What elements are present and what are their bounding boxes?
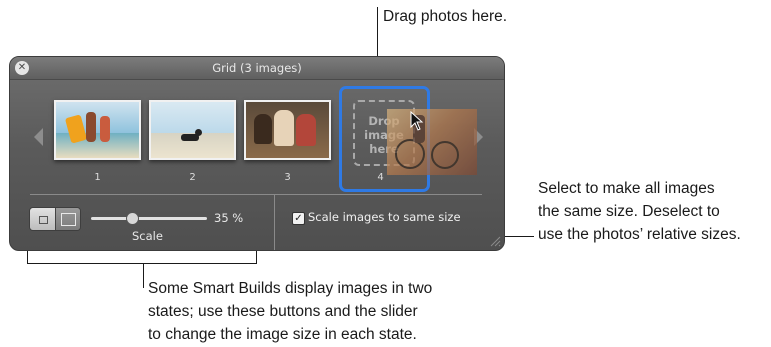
scale-label: Scale	[132, 229, 163, 243]
scale-slider-track[interactable]	[91, 217, 207, 220]
image-thumbnail-3[interactable]	[244, 100, 331, 160]
smart-builds-callout-line-3: to change the image size in each state.	[148, 326, 417, 343]
large-square-icon	[61, 213, 76, 226]
panel-divider-vertical	[274, 195, 275, 250]
panel-divider-horizontal	[30, 194, 482, 195]
scroll-left-arrow-icon[interactable]	[34, 128, 43, 146]
drag-callout-text: Drag photos here.	[383, 8, 508, 25]
bracket-pointer	[143, 264, 144, 288]
scale-same-size-checkbox[interactable]: ✓	[292, 212, 305, 225]
small-state-button[interactable]	[30, 208, 55, 230]
dragged-photo[interactable]	[387, 109, 477, 175]
scale-slider-thumb[interactable]	[125, 212, 139, 225]
panel-titlebar[interactable]: ✕ Grid (3 images)	[10, 57, 504, 80]
image-thumbnail-2[interactable]	[149, 100, 236, 160]
large-state-button[interactable]	[55, 208, 80, 230]
scale-value: 35 %	[214, 211, 244, 225]
pointer-cursor-icon	[410, 111, 424, 131]
bracket-bottom	[27, 263, 257, 264]
resize-grip-icon[interactable]	[489, 235, 501, 247]
scale-callout-line-1: Select to make all images	[538, 180, 715, 197]
smart-builds-callout-line-1: Some Smart Builds display images in two	[148, 280, 433, 297]
panel-title: Grid (3 images)	[212, 61, 302, 75]
scale-callout-line-3: use the photos’ relative sizes.	[538, 226, 741, 243]
scale-same-size-label[interactable]: Scale images to same size	[308, 210, 461, 224]
scale-callout-line-2: the same size. Deselect to	[538, 203, 720, 220]
small-square-icon	[39, 216, 48, 224]
thumbnail-number-2: 2	[189, 172, 196, 183]
smart-build-inspector-panel: ✕ Grid (3 images) 1 2 3 Drop image here …	[9, 56, 505, 251]
smart-builds-callout-line-2: states; use these buttons and the slider	[148, 303, 418, 320]
size-state-segmented-control[interactable]	[29, 207, 81, 231]
image-thumbnail-1[interactable]	[54, 100, 141, 160]
thumbnail-number-1: 1	[94, 172, 101, 183]
thumbnail-number-3: 3	[284, 172, 291, 183]
